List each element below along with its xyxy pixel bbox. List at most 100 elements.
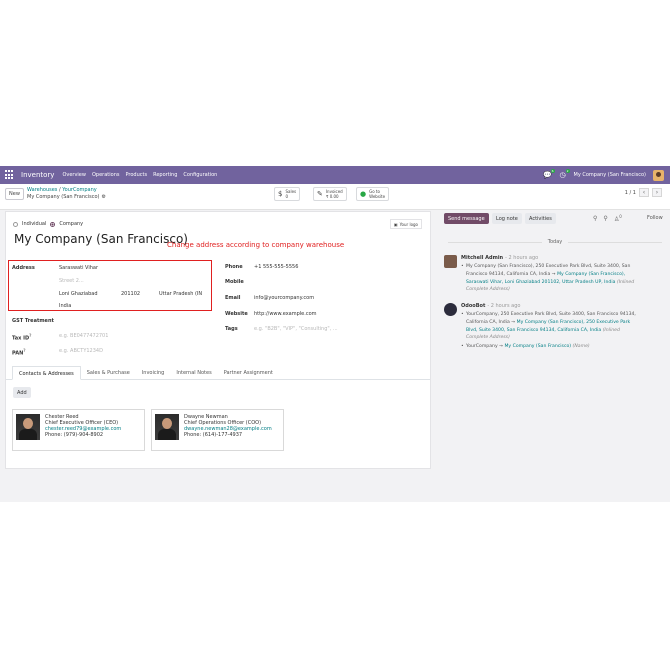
top-navbar: Inventory Overview Operations Products R… <box>0 166 670 184</box>
gear-icon[interactable]: ⚙ <box>102 194 106 200</box>
breadcrumb-warehouses[interactable]: Warehouses <box>27 187 57 193</box>
follow-button[interactable]: Follow <box>647 215 663 221</box>
image-icon: ▣ <box>393 221 398 227</box>
odoo-app: Inventory Overview Operations Products R… <box>0 166 670 502</box>
company-radio[interactable] <box>50 221 56 227</box>
followers-icon[interactable]: ♙0 <box>614 214 622 223</box>
website-smart-button[interactable]: ● Go to Website <box>356 187 390 201</box>
tracking-change: • YourCompany, 250 Executive Park Blvd, … <box>461 312 636 341</box>
address-highlight-box <box>8 260 212 311</box>
company-type-radio: Individual Company <box>13 221 83 227</box>
tab-partner-assignment[interactable]: Partner Assignment <box>218 366 279 380</box>
contact-card[interactable]: Chester Reed Chief Executive Officer (CE… <box>12 409 145 451</box>
breadcrumb: Warehouses / YourCompany My Company (San… <box>27 187 106 201</box>
tags-label: Tags <box>225 326 238 332</box>
breadcrumb-separator: / <box>59 187 61 193</box>
activity-badge: 2 <box>565 169 570 173</box>
pan-field[interactable]: e.g. ABCTY1234D <box>59 348 103 354</box>
add-contact-button[interactable]: Add <box>13 387 31 398</box>
city-field[interactable]: Loni Ghaziabad <box>59 291 98 297</box>
menu-reporting[interactable]: Reporting <box>153 172 177 178</box>
mobile-label: Mobile <box>225 279 244 285</box>
activities-button[interactable]: Activities <box>525 213 556 224</box>
street-field[interactable]: Saraswati Vihar <box>59 265 98 271</box>
chatter: Send message Log note Activities ⚲ ⚲ ♙0 … <box>441 211 670 411</box>
message-author: Mitchell Admin - 2 hours ago <box>461 255 539 261</box>
website-field[interactable]: http://www.example.com <box>254 311 317 317</box>
taxid-field[interactable]: e.g. BE0477472701 <box>59 333 108 339</box>
sales-smart-button[interactable]: $ Sales 0 <box>274 187 301 201</box>
pager: 1 / 1 ‹ › <box>625 188 662 197</box>
help-icon[interactable]: ? <box>29 333 31 338</box>
tab-contacts-addresses[interactable]: Contacts & Addresses <box>12 366 81 380</box>
chatter-tools: ⚲ ⚲ ♙0 <box>593 214 622 223</box>
search-icon[interactable]: ⚲ <box>593 215 597 222</box>
attachment-icon[interactable]: ⚲ <box>603 215 607 222</box>
website-label: Website <box>225 311 248 317</box>
tracking-change: • My Company (San Francisco), 250 Execut… <box>461 264 635 293</box>
app-brand[interactable]: Inventory <box>21 171 54 179</box>
company-label[interactable]: Company <box>59 221 83 227</box>
address-label: Address <box>12 265 35 271</box>
invoice-icon: ✎ <box>317 190 323 198</box>
annotation-text: Change address according to company ware… <box>167 241 345 249</box>
activity-clock-icon[interactable]: ◷ 2 <box>559 169 570 179</box>
zip-field[interactable]: 201102 <box>121 291 140 297</box>
phone-label: Phone <box>225 264 243 270</box>
log-note-button[interactable]: Log note <box>492 213 522 224</box>
form-sheet: Individual Company My Company (San Franc… <box>5 211 431 469</box>
gst-treatment-label: GST Treatment <box>12 318 54 324</box>
apps-menu-icon[interactable] <box>5 170 15 180</box>
invoiced-smart-button[interactable]: ✎ Invoiced ₹ 0.00 <box>313 187 347 201</box>
contact-card[interactable]: Dwayne Newman Chief Operations Officer (… <box>151 409 284 451</box>
user-avatar[interactable] <box>653 169 664 181</box>
follower-count: 0 <box>619 214 622 219</box>
globe-icon: ● <box>360 190 367 198</box>
contact-phone: Phone: (979)-904-8902 <box>45 432 104 438</box>
dollar-icon: $ <box>278 190 283 198</box>
help-icon[interactable]: ? <box>23 348 25 353</box>
chat-icon[interactable]: 💬 6 <box>543 169 555 179</box>
company-name-field[interactable]: My Company (San Francisco) <box>14 232 188 246</box>
menu-configuration[interactable]: Configuration <box>183 172 217 178</box>
logo-label: Your logo <box>399 221 418 227</box>
menu-operations[interactable]: Operations <box>92 172 120 178</box>
company-switcher[interactable]: My Company (San Francisco) <box>574 172 647 178</box>
contact-phone: Phone: (614)-177-4937 <box>184 432 243 438</box>
send-message-button[interactable]: Send message <box>444 213 489 224</box>
phone-field[interactable]: +1 555-555-5556 <box>254 264 298 270</box>
tracking-change: • YourCompany → My Company (San Francisc… <box>461 344 590 349</box>
state-field[interactable]: Uttar Pradesh (IN <box>159 291 202 297</box>
individual-radio[interactable] <box>13 221 18 227</box>
chat-badge: 6 <box>550 169 555 173</box>
logo-upload-button[interactable]: ▣ Your logo <box>389 219 422 229</box>
contact-photo <box>155 414 179 440</box>
menu-overview[interactable]: Overview <box>62 172 86 178</box>
email-label: Email <box>225 295 241 301</box>
author-avatar <box>444 255 457 268</box>
street2-field[interactable]: Street 2... <box>59 278 84 284</box>
pager-previous-icon[interactable]: ‹ <box>639 188 649 197</box>
sales-value: 0 <box>285 194 289 199</box>
tab-sales-purchase[interactable]: Sales & Purchase <box>81 366 136 380</box>
contact-photo <box>16 414 40 440</box>
date-separator: Today <box>448 238 662 246</box>
message-author: OdooBot - 2 hours ago <box>461 303 521 309</box>
control-panel: New Warehouses / YourCompany My Company … <box>0 184 670 210</box>
breadcrumb-yourcompany[interactable]: YourCompany <box>62 187 96 193</box>
tags-field[interactable]: e.g. "B2B", "VIP", "Consulting", ... <box>254 326 338 332</box>
record-title: My Company (San Francisco) <box>27 194 100 200</box>
email-field[interactable]: info@yourcompany.com <box>254 295 314 301</box>
taxid-label: Tax ID? <box>12 333 32 342</box>
odoobot-avatar <box>444 303 457 316</box>
tab-internal-notes[interactable]: Internal Notes <box>170 366 217 380</box>
menu-products[interactable]: Products <box>125 172 147 178</box>
country-field[interactable]: India <box>59 303 71 309</box>
pager-value[interactable]: 1 / 1 <box>625 190 636 196</box>
tab-invoicing[interactable]: Invoicing <box>136 366 171 380</box>
chatter-message: OdooBot - 2 hours ago • YourCompany, 250 … <box>444 303 664 363</box>
new-button[interactable]: New <box>5 188 24 200</box>
pager-next-icon[interactable]: › <box>652 188 662 197</box>
invoiced-value: ₹ 0.00 <box>325 194 339 199</box>
individual-label[interactable]: Individual <box>22 221 46 227</box>
